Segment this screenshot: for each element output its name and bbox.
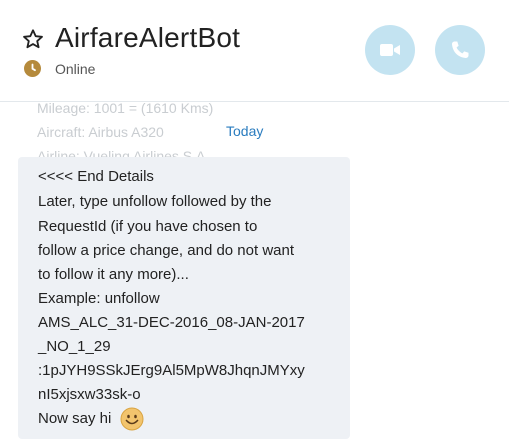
- faded-line: Mileage: 1001 = (1610 Kms): [37, 101, 214, 116]
- message-line: RequestId (if you have chosen to: [38, 218, 258, 235]
- chat-header: AirfareAlertBot Online: [0, 0, 509, 102]
- chat-window: AirfareAlertBot Online Mileage: 1001 = (…: [0, 0, 509, 441]
- status-text: Online: [55, 61, 96, 77]
- message-last-line: Now say hi: [38, 407, 144, 431]
- status-away-icon: [24, 60, 41, 77]
- message-line: AMS_ALC_31-DEC-2016_08-JAN-2017: [38, 314, 305, 331]
- message-line: <<<< End Details: [38, 168, 154, 185]
- message-line: :1pJYH9SSkJErg9Al5MpW8JhqnJMYxy: [38, 362, 305, 379]
- video-call-button[interactable]: [365, 25, 415, 75]
- message-line: Later, type unfollow followed by the: [38, 193, 272, 210]
- audio-call-button[interactable]: [435, 25, 485, 75]
- message-line: Example: unfollow: [38, 290, 160, 307]
- message-line: follow a price change, and do not want: [38, 242, 295, 259]
- phone-icon: [451, 41, 469, 59]
- conversation-area[interactable]: Mileage: 1001 = (1610 Kms) Aircraft: Air…: [0, 101, 509, 441]
- smile-emoji-icon: [120, 407, 144, 431]
- faded-line: Aircraft: Airbus A320: [37, 124, 164, 140]
- star-outline-icon[interactable]: [22, 28, 44, 50]
- message-line: Now say hi: [38, 409, 112, 427]
- message-bubble[interactable]: <<<< End Details Later, type unfollow fo…: [18, 157, 350, 439]
- message-line: to follow it any more)...: [38, 266, 189, 283]
- clock-icon: [31, 63, 36, 72]
- message-line: nI5xjsxw33sk-o: [38, 386, 141, 403]
- contact-name: AirfareAlertBot: [55, 22, 241, 53]
- video-camera-icon: [380, 44, 400, 56]
- message-line: _NO_1_29: [38, 338, 111, 355]
- date-divider: Today: [226, 123, 264, 139]
